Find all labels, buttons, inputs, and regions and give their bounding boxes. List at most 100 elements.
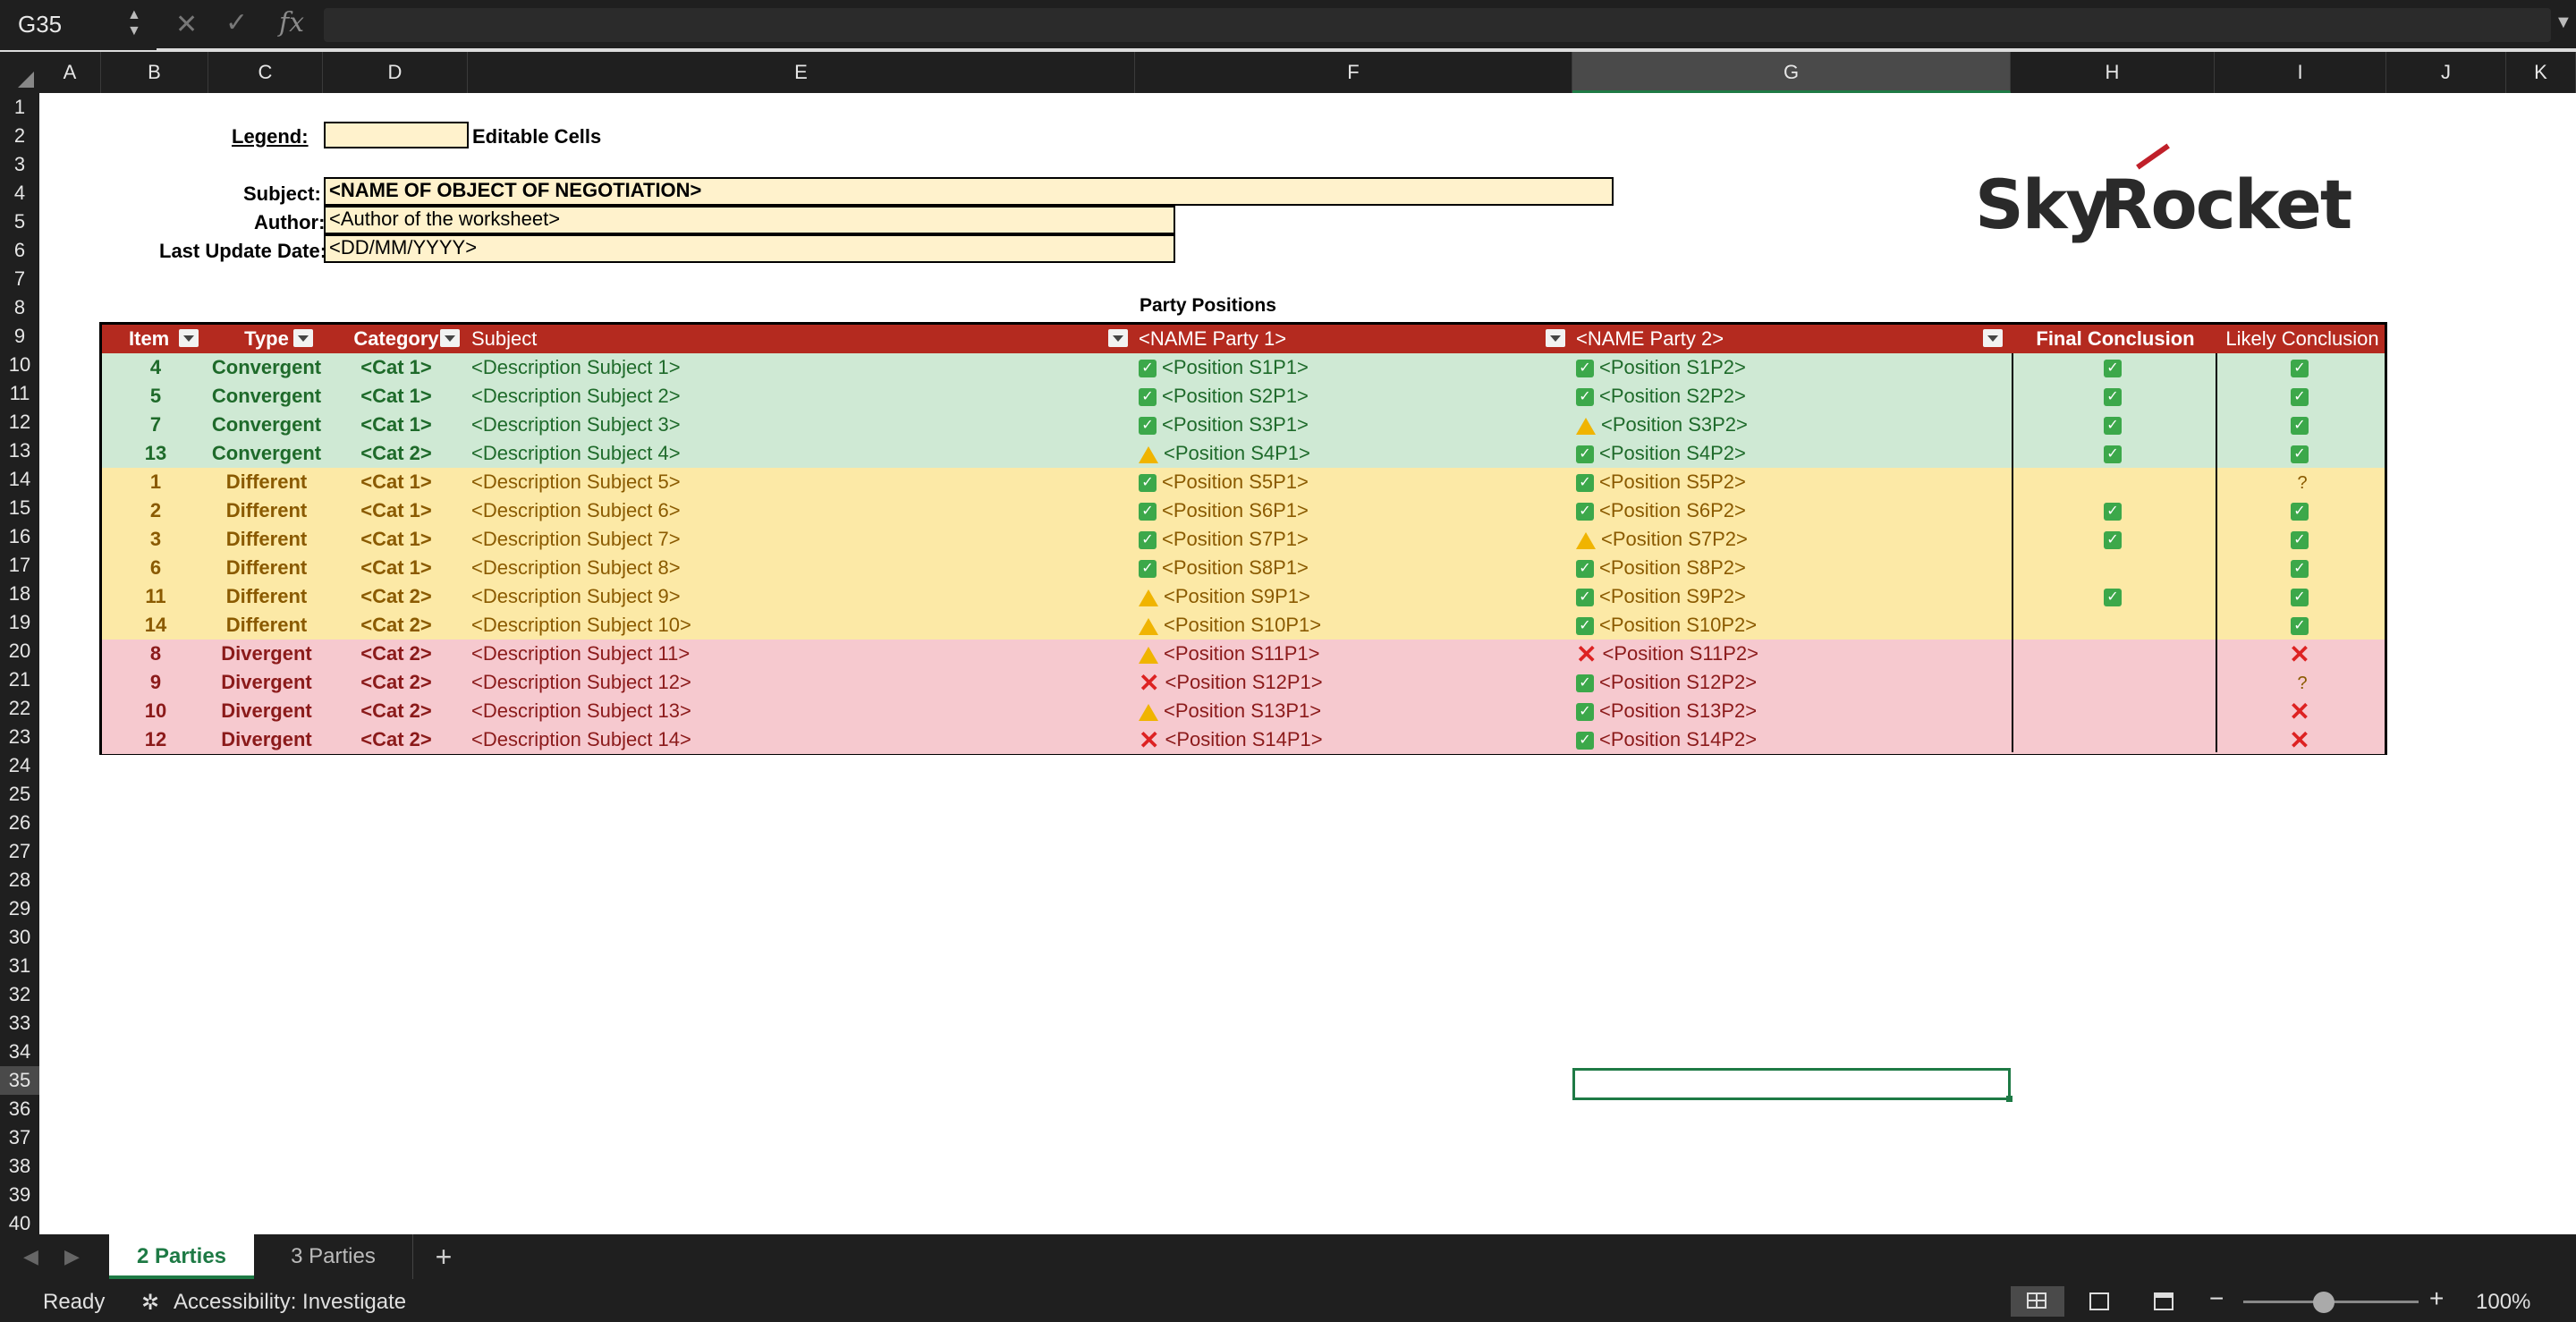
table-row[interactable]: 7 Convergent <Cat 1> <Description Subject 3… xyxy=(102,411,2385,439)
last-update-value[interactable]: <DD/MM/YYYY> xyxy=(324,234,1175,263)
cell-party2[interactable]: ✕ <Position S11P2> xyxy=(1576,640,2005,668)
author-value[interactable]: <Author of the worksheet> xyxy=(324,206,1175,234)
cell-type[interactable]: Convergent xyxy=(209,353,324,382)
cell-party2[interactable]: ✓ <Position S8P2> xyxy=(1576,554,2005,582)
row-header[interactable]: 20 xyxy=(0,637,39,665)
cell-subject[interactable]: <Description Subject 9> xyxy=(471,582,1133,611)
cell-item[interactable]: 2 xyxy=(102,496,209,525)
prev-sheet-icon[interactable]: ◀ xyxy=(23,1245,38,1268)
selected-cell-g35[interactable] xyxy=(1572,1068,2012,1102)
cell-likely-conclusion[interactable]: ✓ xyxy=(2217,353,2387,382)
row-header[interactable]: 16 xyxy=(0,522,39,551)
cell-party1[interactable]: ✓ <Position S7P1> xyxy=(1139,525,1568,554)
cell-final-conclusion[interactable] xyxy=(2013,640,2217,668)
cell-party1[interactable]: ✓ <Position S2P1> xyxy=(1139,382,1568,411)
row-header[interactable]: 32 xyxy=(0,980,39,1009)
row-header[interactable]: 10 xyxy=(0,351,39,379)
table-row[interactable]: 4 Convergent <Cat 1> <Description Subject 1… xyxy=(102,353,2385,382)
confirm-icon[interactable]: ✓ xyxy=(225,7,248,38)
cell-type[interactable]: Different xyxy=(209,582,324,611)
cell-final-conclusion[interactable] xyxy=(2013,611,2217,640)
cell-party1[interactable]: ✕ <Position S12P1> xyxy=(1139,668,1568,697)
cell-likely-conclusion[interactable]: ✓ xyxy=(2217,439,2387,468)
row-header[interactable]: 11 xyxy=(0,379,39,408)
row-header[interactable]: 15 xyxy=(0,494,39,522)
row-header[interactable]: 17 xyxy=(0,551,39,580)
cell-final-conclusion[interactable] xyxy=(2013,554,2217,582)
cell-party1[interactable]: ✓ <Position S3P1> xyxy=(1139,411,1568,439)
cell-item[interactable]: 11 xyxy=(102,582,209,611)
row-header[interactable]: 30 xyxy=(0,923,39,952)
column-header-b[interactable]: B xyxy=(101,52,208,93)
cell-subject[interactable]: <Description Subject 10> xyxy=(471,611,1133,640)
cell-item[interactable]: 12 xyxy=(102,725,209,754)
tab-3-parties[interactable]: 3 Parties xyxy=(254,1234,413,1279)
cell-party2[interactable]: ✓ <Position S13P2> xyxy=(1576,697,2005,725)
row-header[interactable]: 40 xyxy=(0,1209,39,1234)
row-header[interactable]: 31 xyxy=(0,952,39,980)
cell-item[interactable]: 4 xyxy=(102,353,209,382)
cancel-icon[interactable]: ✕ xyxy=(175,9,198,40)
column-header-a[interactable]: A xyxy=(39,52,101,93)
cell-likely-conclusion[interactable]: ✓ xyxy=(2217,554,2387,582)
cell-item[interactable]: 13 xyxy=(102,439,209,468)
cell-likely-conclusion[interactable]: ✕ xyxy=(2217,640,2387,668)
row-header[interactable]: 6 xyxy=(0,236,39,265)
zoom-level[interactable]: 100% xyxy=(2476,1290,2530,1315)
row-header[interactable]: 23 xyxy=(0,723,39,751)
cell-category[interactable]: <Cat 2> xyxy=(324,697,469,725)
normal-view-icon[interactable] xyxy=(2011,1286,2064,1317)
cell-final-conclusion[interactable] xyxy=(2013,725,2217,754)
cell-type[interactable]: Divergent xyxy=(209,640,324,668)
cell-party2[interactable]: ✓ <Position S5P2> xyxy=(1576,468,2005,496)
row-header[interactable]: 39 xyxy=(0,1181,39,1209)
cell-category[interactable]: <Cat 2> xyxy=(324,439,469,468)
cell-party2[interactable]: ✓ <Position S6P2> xyxy=(1576,496,2005,525)
cell-subject[interactable]: <Description Subject 11> xyxy=(471,640,1133,668)
row-header[interactable]: 8 xyxy=(0,293,39,322)
cell-party1[interactable]: ✓ <Position S6P1> xyxy=(1139,496,1568,525)
cell-final-conclusion[interactable]: ✓ xyxy=(2013,411,2217,439)
column-header-c[interactable]: C xyxy=(208,52,323,93)
row-header[interactable]: 28 xyxy=(0,866,39,894)
column-header-i[interactable]: I xyxy=(2215,52,2386,93)
table-row[interactable]: 12 Divergent <Cat 2> <Description Subject 1… xyxy=(102,725,2385,754)
row-header[interactable]: 29 xyxy=(0,894,39,923)
row-header[interactable]: 7 xyxy=(0,265,39,293)
cell-likely-conclusion[interactable]: ✕ xyxy=(2217,697,2387,725)
row-header[interactable]: 14 xyxy=(0,465,39,494)
cell-category[interactable]: <Cat 2> xyxy=(324,582,469,611)
cell-final-conclusion[interactable] xyxy=(2013,668,2217,697)
cell-subject[interactable]: <Description Subject 14> xyxy=(471,725,1133,754)
row-header[interactable]: 34 xyxy=(0,1038,39,1066)
chevron-down-icon[interactable]: ▼ xyxy=(2555,13,2572,33)
cell-type[interactable]: Different xyxy=(209,468,324,496)
subject-value[interactable]: <NAME OF OBJECT OF NEGOTIATION> xyxy=(324,177,1614,206)
cell-category[interactable]: <Cat 2> xyxy=(324,725,469,754)
column-header-e[interactable]: E xyxy=(468,52,1135,93)
row-header[interactable]: 38 xyxy=(0,1152,39,1181)
cell-party1[interactable]: <Position S10P1> xyxy=(1139,611,1568,640)
row-header[interactable]: 24 xyxy=(0,751,39,780)
cell-category[interactable]: <Cat 1> xyxy=(324,411,469,439)
cell-final-conclusion[interactable]: ✓ xyxy=(2013,382,2217,411)
row-header[interactable]: 33 xyxy=(0,1009,39,1038)
select-all-corner[interactable] xyxy=(0,52,39,93)
row-header[interactable]: 9 xyxy=(0,322,39,351)
filter-type-icon[interactable] xyxy=(293,329,313,347)
row-header[interactable]: 1 xyxy=(0,93,39,122)
cell-category[interactable]: <Cat 1> xyxy=(324,496,469,525)
cell-subject[interactable]: <Description Subject 4> xyxy=(471,439,1133,468)
cell-party2[interactable]: ✓ <Position S1P2> xyxy=(1576,353,2005,382)
row-header[interactable]: 36 xyxy=(0,1095,39,1123)
zoom-out-icon[interactable]: − xyxy=(2209,1284,2224,1313)
cell-likely-conclusion[interactable]: ? xyxy=(2217,468,2387,496)
add-sheet-icon[interactable]: + xyxy=(420,1234,467,1279)
row-header[interactable]: 37 xyxy=(0,1123,39,1152)
cell-party2[interactable]: ✓ <Position S10P2> xyxy=(1576,611,2005,640)
row-header[interactable]: 13 xyxy=(0,436,39,465)
cell-party2[interactable]: <Position S3P2> xyxy=(1576,411,2005,439)
row-header[interactable]: 25 xyxy=(0,780,39,809)
cell-party2[interactable]: <Position S7P2> xyxy=(1576,525,2005,554)
row-header[interactable]: 21 xyxy=(0,665,39,694)
